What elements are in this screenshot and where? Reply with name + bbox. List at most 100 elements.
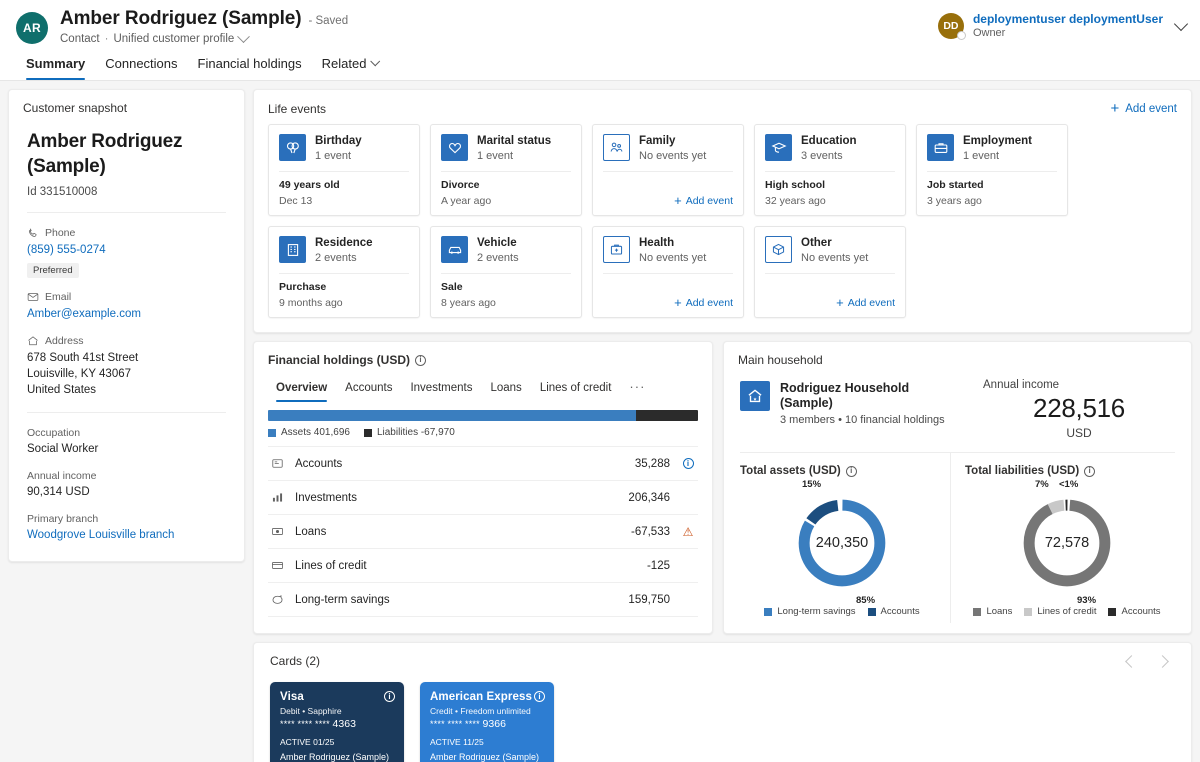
financial-holdings-list: Accounts 35,288 i Investments 206,346 Lo… <box>268 446 698 617</box>
info-icon[interactable]: i <box>682 458 694 469</box>
legend-item-assets: Assets 401,696 <box>268 427 350 438</box>
address-label: Address <box>45 335 84 347</box>
chevron-left-icon[interactable] <box>1125 654 1138 668</box>
owner-name[interactable]: deploymentuser deploymentUser <box>973 12 1163 26</box>
tab-financial-holdings[interactable]: Financial holdings <box>188 50 312 80</box>
fh-tab-lines-of-credit[interactable]: Lines of credit <box>532 378 620 402</box>
legend-item-liabilities: Liabilities -67,970 <box>363 427 455 438</box>
assets-label-accounts: 15% <box>802 479 822 490</box>
tab-related-chevron-down-icon <box>370 56 381 67</box>
row-label: Long-term savings <box>295 593 390 606</box>
table-row[interactable]: Investments 206,346 <box>268 480 698 514</box>
life-event-when: A year ago <box>441 195 492 207</box>
life-event-card-family[interactable]: Family No events yet + Add event <box>592 124 744 216</box>
household-annual-income: Annual income 228,516 USD <box>965 379 1175 440</box>
life-event-card-residence[interactable]: Residence 2 events Purchase 9 months ago <box>268 226 420 318</box>
primary-branch-value[interactable]: Woodgrove Louisville branch <box>27 527 226 543</box>
life-event-when: Dec 13 <box>279 195 313 207</box>
info-icon[interactable]: i <box>1084 465 1096 477</box>
card-brand: American Express <box>430 691 532 703</box>
fh-tabs-overflow-button[interactable]: ··· <box>621 377 653 402</box>
customer-id: Id 331510008 <box>27 186 98 198</box>
life-event-card-marital-status[interactable]: Marital status 1 event Divorce A year ag… <box>430 124 582 216</box>
life-events-card: Life events + Add event Birthday 1 event… <box>253 89 1192 333</box>
fh-tab-accounts[interactable]: Accounts <box>337 378 400 402</box>
profile-type-chevron-down-icon[interactable] <box>237 29 251 43</box>
cards-card: Cards (2) Visa Debit • Sapphire **** ***… <box>253 642 1192 762</box>
info-icon: i <box>534 691 545 702</box>
life-event-card-vehicle[interactable]: Vehicle 2 events Sale 8 years ago <box>430 226 582 318</box>
life-event-count: 3 events <box>801 150 843 162</box>
mid-row: Financial holdings (USD) i Overview Acco… <box>253 341 1192 634</box>
card-info-button[interactable]: i <box>534 691 545 702</box>
fh-tab-label: Loans <box>490 382 522 394</box>
total-assets-title: Total assets (USD) <box>740 465 841 477</box>
table-row[interactable]: Accounts 35,288 i <box>268 446 698 480</box>
life-event-name: Family <box>639 135 676 147</box>
tab-related[interactable]: Related <box>312 50 389 80</box>
fh-tab-investments[interactable]: Investments <box>402 378 480 402</box>
chevron-right-icon[interactable] <box>1156 654 1169 668</box>
fh-tab-label: Investments <box>410 382 473 394</box>
life-event-card-employment[interactable]: Employment 1 event Job started 3 years a… <box>916 124 1068 216</box>
balloons-icon <box>279 134 306 161</box>
donut-charts: Total assets (USD) i 240,350 15% 85% Lon… <box>740 453 1175 623</box>
payment-card-visa[interactable]: Visa Debit • Sapphire **** **** **** 436… <box>270 682 404 762</box>
life-event-card-health[interactable]: Health No events yet + Add event <box>592 226 744 318</box>
life-event-add-button[interactable]: + Add event <box>674 194 733 207</box>
legend-item: Loans <box>973 606 1012 617</box>
graduation-cap-icon <box>765 134 792 161</box>
table-row[interactable]: Lines of credit -125 <box>268 548 698 582</box>
legend-swatch <box>867 607 876 616</box>
assets-liabilities-legend: Assets 401,696 Liabilities -67,970 <box>268 427 698 438</box>
life-event-card-other[interactable]: Other No events yet + Add event <box>754 226 906 318</box>
life-event-name: Marital status <box>477 135 552 147</box>
warning-icon[interactable]: ⚠ <box>683 526 694 538</box>
loans-icon <box>270 525 285 538</box>
email-value[interactable]: Amber@example.com <box>27 306 226 322</box>
legend-swatch <box>973 607 982 616</box>
life-event-card-education[interactable]: Education 3 events High school 32 years … <box>754 124 906 216</box>
phone-field: Phone (859) 555-0274 Preferred <box>27 227 226 278</box>
household-summary[interactable]: Rodriguez Household (Sample) 3 members •… <box>740 379 965 426</box>
life-event-add-button[interactable]: + Add event <box>674 296 733 309</box>
assets-donut-center-value: 240,350 <box>815 535 869 551</box>
record-subtitle: Contact · Unified customer profile <box>60 29 348 45</box>
life-event-add-button[interactable]: + Add event <box>836 296 895 309</box>
occupation-label: Occupation <box>27 427 81 439</box>
investments-icon <box>270 491 285 504</box>
info-icon[interactable]: i <box>415 354 427 366</box>
fh-tab-overview[interactable]: Overview <box>268 378 335 402</box>
owner-info[interactable]: DD deploymentuser deploymentUser Owner <box>937 12 1189 40</box>
add-event-label: Add event <box>1125 102 1177 115</box>
annual-income-value: 90,314 USD <box>27 486 90 498</box>
card-info-button[interactable]: i <box>384 691 395 702</box>
main-household-title: Main household <box>738 353 823 367</box>
fh-tab-loans[interactable]: Loans <box>482 378 529 402</box>
plus-icon: + <box>1110 100 1120 117</box>
annual-income-label: Annual income <box>983 379 1060 391</box>
life-event-name: Employment <box>963 135 1033 147</box>
box-icon <box>765 236 792 263</box>
card-status: ACTIVE 01/25 <box>280 737 334 747</box>
liabilities-legend: Loans Lines of credit Accounts <box>965 606 1169 617</box>
liabilities-label-accounts: <1% <box>1059 479 1079 490</box>
email-icon <box>27 293 39 301</box>
tab-connections[interactable]: Connections <box>95 50 187 80</box>
header-chevron-down-icon[interactable] <box>1173 16 1189 32</box>
tab-connections-label: Connections <box>105 56 178 71</box>
family-icon <box>603 134 630 161</box>
life-event-count: 2 events <box>315 252 357 264</box>
occupation-value: Social Worker <box>27 443 99 455</box>
add-event-button[interactable]: + Add event <box>1110 101 1177 116</box>
app-root: AR Amber Rodriguez (Sample) - Saved Cont… <box>0 0 1200 762</box>
life-event-card-birthday[interactable]: Birthday 1 event 49 years old Dec 13 <box>268 124 420 216</box>
info-icon[interactable]: i <box>845 465 857 477</box>
phone-value[interactable]: (859) 555-0274 <box>27 242 226 258</box>
tab-summary[interactable]: Summary <box>16 50 95 80</box>
row-value: 206,346 <box>628 491 670 504</box>
table-row[interactable]: Loans -67,533 ⚠ <box>268 514 698 548</box>
total-assets-chart: Total assets (USD) i 240,350 15% 85% Lon… <box>740 453 950 623</box>
table-row[interactable]: Long-term savings 159,750 <box>268 582 698 617</box>
payment-card-american-express[interactable]: American Express Credit • Freedom unlimi… <box>420 682 554 762</box>
